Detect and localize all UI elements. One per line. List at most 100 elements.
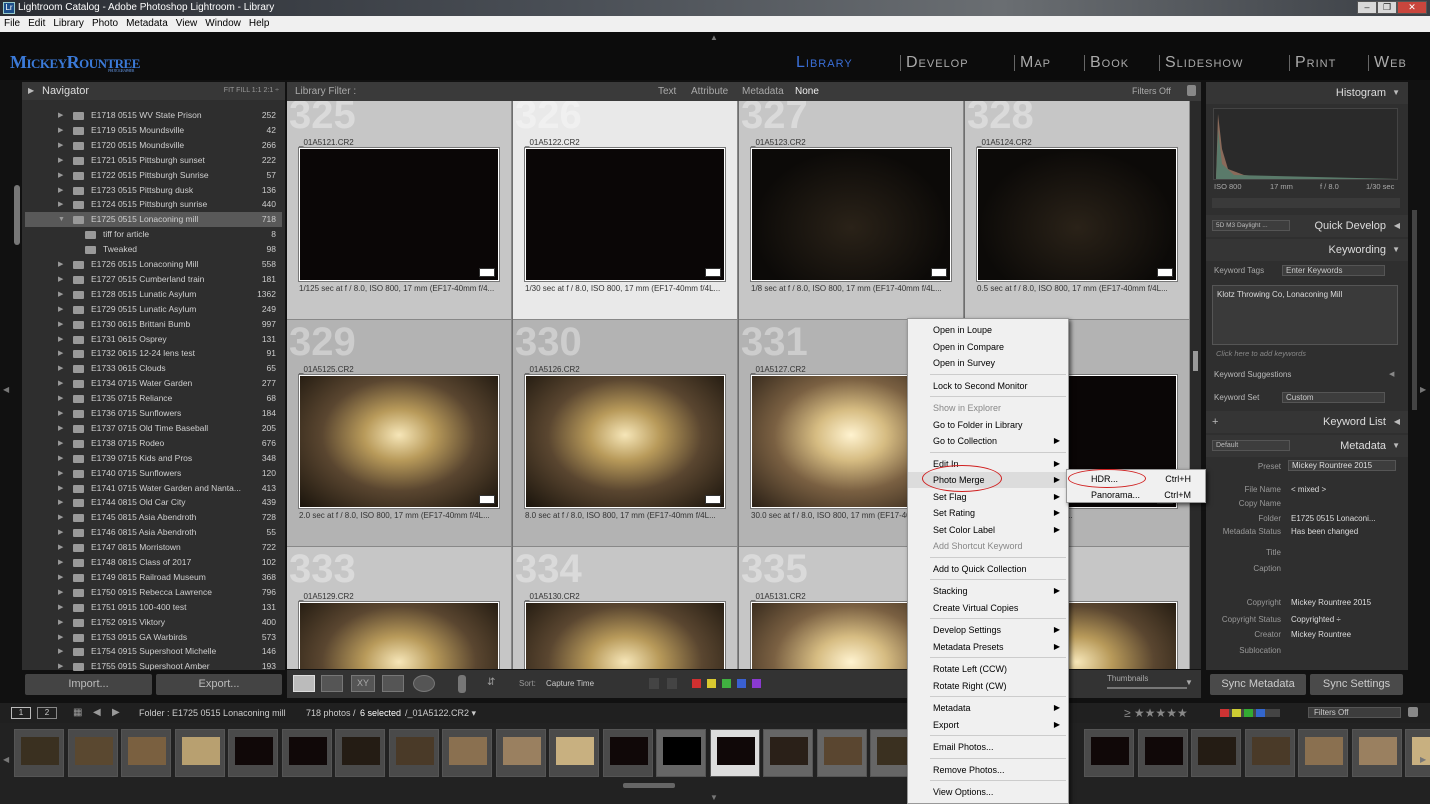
collapsed-triangle-icon[interactable]: ▶ — [58, 346, 63, 361]
photo-thumbnail[interactable] — [299, 148, 499, 281]
collapsed-triangle-icon[interactable]: ▶ — [58, 123, 63, 138]
metadata-value-field[interactable] — [1291, 499, 1386, 512]
grid-scroll-thumb[interactable] — [1193, 351, 1198, 371]
compare-view-icon[interactable]: XY — [351, 675, 375, 692]
secondary-window-button[interactable]: 2 — [37, 707, 57, 719]
filmstrip-source[interactable]: Folder : E1725 0515 Lonaconing mill — [139, 703, 286, 723]
histogram-header[interactable]: Histogram ▼ — [1206, 82, 1408, 104]
menu-edit[interactable]: Edit — [24, 18, 49, 29]
filmstrip-thumbnail[interactable] — [121, 729, 171, 777]
filmstrip-thumbnail[interactable] — [1351, 729, 1402, 777]
context-menu-item[interactable]: Metadata Presets ▶ — [908, 639, 1068, 655]
collapsed-triangle-icon[interactable]: ▶ — [58, 197, 63, 212]
collapsed-triangle-icon[interactable]: ▶ — [58, 317, 63, 332]
collapse-arrow-icon[interactable]: ◀ — [1389, 370, 1394, 378]
filmstrip-thumbnail[interactable] — [656, 729, 706, 777]
menu-library[interactable]: Library — [49, 18, 88, 29]
grid-toggle-icon[interactable]: ▦ — [73, 703, 82, 723]
collapsed-triangle-icon[interactable]: ▶ — [58, 570, 63, 585]
painter-icon[interactable] — [458, 675, 466, 693]
photo-thumbnail[interactable] — [977, 148, 1177, 281]
quick-develop-header[interactable]: 5D M3 Daylight ... Quick Develop ◀ — [1206, 215, 1408, 237]
loupe-view-icon[interactable] — [321, 675, 343, 692]
collapsed-triangle-icon[interactable]: ▶ — [58, 302, 63, 317]
collapsed-triangle-icon[interactable]: ▶ — [58, 272, 63, 287]
collapsed-triangle-icon[interactable]: ▶ — [58, 138, 63, 153]
grid-cell[interactable]: 329 _01A5125.CR2 2.0 sec at f / 8.0, ISO 8… — [287, 320, 512, 547]
folder-item[interactable]: ▶ E1731 0615 Osprey 131 — [25, 332, 282, 347]
metadata-preset-dropdown[interactable]: Mickey Rountree 2015 — [1288, 460, 1396, 471]
thumbnail-size-slider[interactable] — [1107, 687, 1187, 689]
folder-item[interactable]: ▶ E1754 0915 Supershoot Michelle 146 — [25, 644, 282, 659]
collapsed-triangle-icon[interactable]: ▶ — [58, 630, 63, 645]
collapsed-triangle-icon[interactable]: ▶ — [58, 466, 63, 481]
filmstrip-thumbnail[interactable] — [1244, 729, 1295, 777]
filter-tab-metadata[interactable]: Metadata — [742, 82, 784, 101]
folder-item[interactable]: Tweaked 98 — [25, 242, 282, 257]
left-panel-toggle-icon[interactable]: ◀ — [3, 385, 9, 394]
folder-item[interactable]: ▶ E1729 0515 Lunatic Asylum 249 — [25, 302, 282, 317]
metadata-view-dropdown[interactable]: Default — [1212, 440, 1290, 451]
top-panel-toggle-icon[interactable]: ▲ — [710, 33, 718, 42]
menu-view[interactable]: View — [172, 18, 202, 29]
filmstrip-thumbnail[interactable] — [816, 729, 867, 777]
collapsed-triangle-icon[interactable]: ▶ — [58, 332, 63, 347]
collapsed-triangle-icon[interactable]: ▶ — [58, 495, 63, 510]
filmstrip-thumbnail[interactable] — [1405, 729, 1430, 777]
folder-item[interactable]: ▶ E1740 0715 Sunflowers 120 — [25, 466, 282, 481]
submenu-item-panorama[interactable]: Panorama... Ctrl+M — [1067, 487, 1205, 503]
folder-item[interactable]: ▶ E1732 0615 12-24 lens test 91 — [25, 346, 282, 361]
module-web[interactable]: Web — [1374, 54, 1407, 72]
filmstrip-thumbnail[interactable] — [228, 729, 278, 777]
filmstrip-thumbnail[interactable] — [14, 729, 64, 777]
original-photo-toggle[interactable] — [1212, 198, 1400, 208]
folder-item[interactable]: ▼ E1725 0515 Lonaconing mill 718 — [25, 212, 282, 228]
filmstrip-thumbnail[interactable] — [763, 729, 813, 777]
keyword-list-header[interactable]: + Keyword List ◀ — [1206, 411, 1408, 433]
expanded-triangle-icon[interactable]: ▼ — [58, 212, 65, 227]
collapsed-triangle-icon[interactable]: ▶ — [58, 600, 63, 615]
collapsed-triangle-icon[interactable]: ▶ — [58, 183, 63, 198]
metadata-badge-icon[interactable] — [1157, 268, 1173, 277]
metadata-value-field[interactable]: Has been changed — [1291, 527, 1386, 540]
filmstrip-filter-dropdown[interactable]: Filters Off — [1308, 707, 1401, 718]
grid-cell[interactable]: 327 _01A5123.CR2 1/8 sec at f / 8.0, ISO 8… — [739, 101, 964, 320]
collapsed-triangle-icon[interactable]: ▶ — [58, 108, 63, 123]
filmstrip-left-arrow-icon[interactable]: ◀ — [3, 755, 9, 764]
folder-item[interactable]: ▶ E1726 0515 Lonaconing Mill 558 — [25, 257, 282, 272]
photo-thumbnail[interactable] — [299, 375, 499, 508]
navigator-header[interactable]: ▶ Navigator FIT FILL 1:1 2:1 ÷ — [22, 82, 285, 100]
folder-item[interactable]: ▶ E1723 0515 Pittsburg dusk 136 — [25, 183, 282, 198]
context-menu-item[interactable]: Rotate Left (CCW) — [908, 661, 1068, 677]
folder-item[interactable]: ▶ E1737 0715 Old Time Baseball 205 — [25, 421, 282, 436]
metadata-badge-icon[interactable] — [931, 268, 947, 277]
collapsed-triangle-icon[interactable]: ▶ — [58, 615, 63, 630]
back-arrow-icon[interactable]: ◀ — [93, 703, 101, 723]
filmstrip-thumbnail[interactable] — [495, 729, 546, 777]
keywords-textarea[interactable]: Klotz Throwing Co, Lonaconing Mill — [1212, 285, 1398, 345]
purple-label-icon[interactable] — [752, 679, 761, 688]
context-menu-item[interactable]: Lock to Second Monitor — [908, 378, 1068, 394]
histogram-graph[interactable] — [1213, 108, 1399, 180]
collapsed-triangle-icon[interactable]: ▶ — [58, 287, 63, 302]
grid-cell[interactable]: 325 _01A5121.CR2 1/125 sec at f / 8.0, ISO… — [287, 101, 512, 320]
right-panel-toggle-icon[interactable]: ▶ — [1420, 385, 1426, 394]
grid-cell[interactable]: 333 _01A5129.CR2 — [287, 547, 512, 669]
context-menu-item[interactable]: Create Virtual Copies — [908, 600, 1068, 616]
quick-develop-preset-dropdown[interactable]: 5D M3 Daylight ... — [1212, 220, 1290, 231]
filmstrip-thumbnail[interactable] — [335, 729, 385, 777]
folder-item[interactable]: ▶ E1735 0715 Reliance 68 — [25, 391, 282, 406]
folder-item[interactable]: ▶ E1748 0815 Class of 2017 102 — [25, 555, 282, 570]
keyword-set-dropdown[interactable]: Custom — [1282, 392, 1385, 403]
grid-cell[interactable]: 330 _01A5126.CR2 8.0 sec at f / 8.0, ISO 8… — [513, 320, 738, 547]
context-menu-item[interactable]: Set Color Label ▶ — [908, 522, 1068, 538]
metadata-badge-icon[interactable] — [479, 268, 495, 277]
sync-settings-button[interactable]: Sync Settings — [1310, 674, 1403, 695]
collapsed-triangle-icon[interactable]: ▶ — [58, 644, 63, 659]
metadata-badge-icon[interactable] — [705, 268, 721, 277]
context-menu-item[interactable]: Stacking ▶ — [908, 583, 1068, 599]
folder-item[interactable]: ▶ E1733 0615 Clouds 65 — [25, 361, 282, 376]
folder-item[interactable]: ▶ E1727 0515 Cumberland train 181 — [25, 272, 282, 287]
photo-thumbnail[interactable] — [299, 602, 499, 669]
photo-thumbnail[interactable] — [525, 375, 725, 508]
